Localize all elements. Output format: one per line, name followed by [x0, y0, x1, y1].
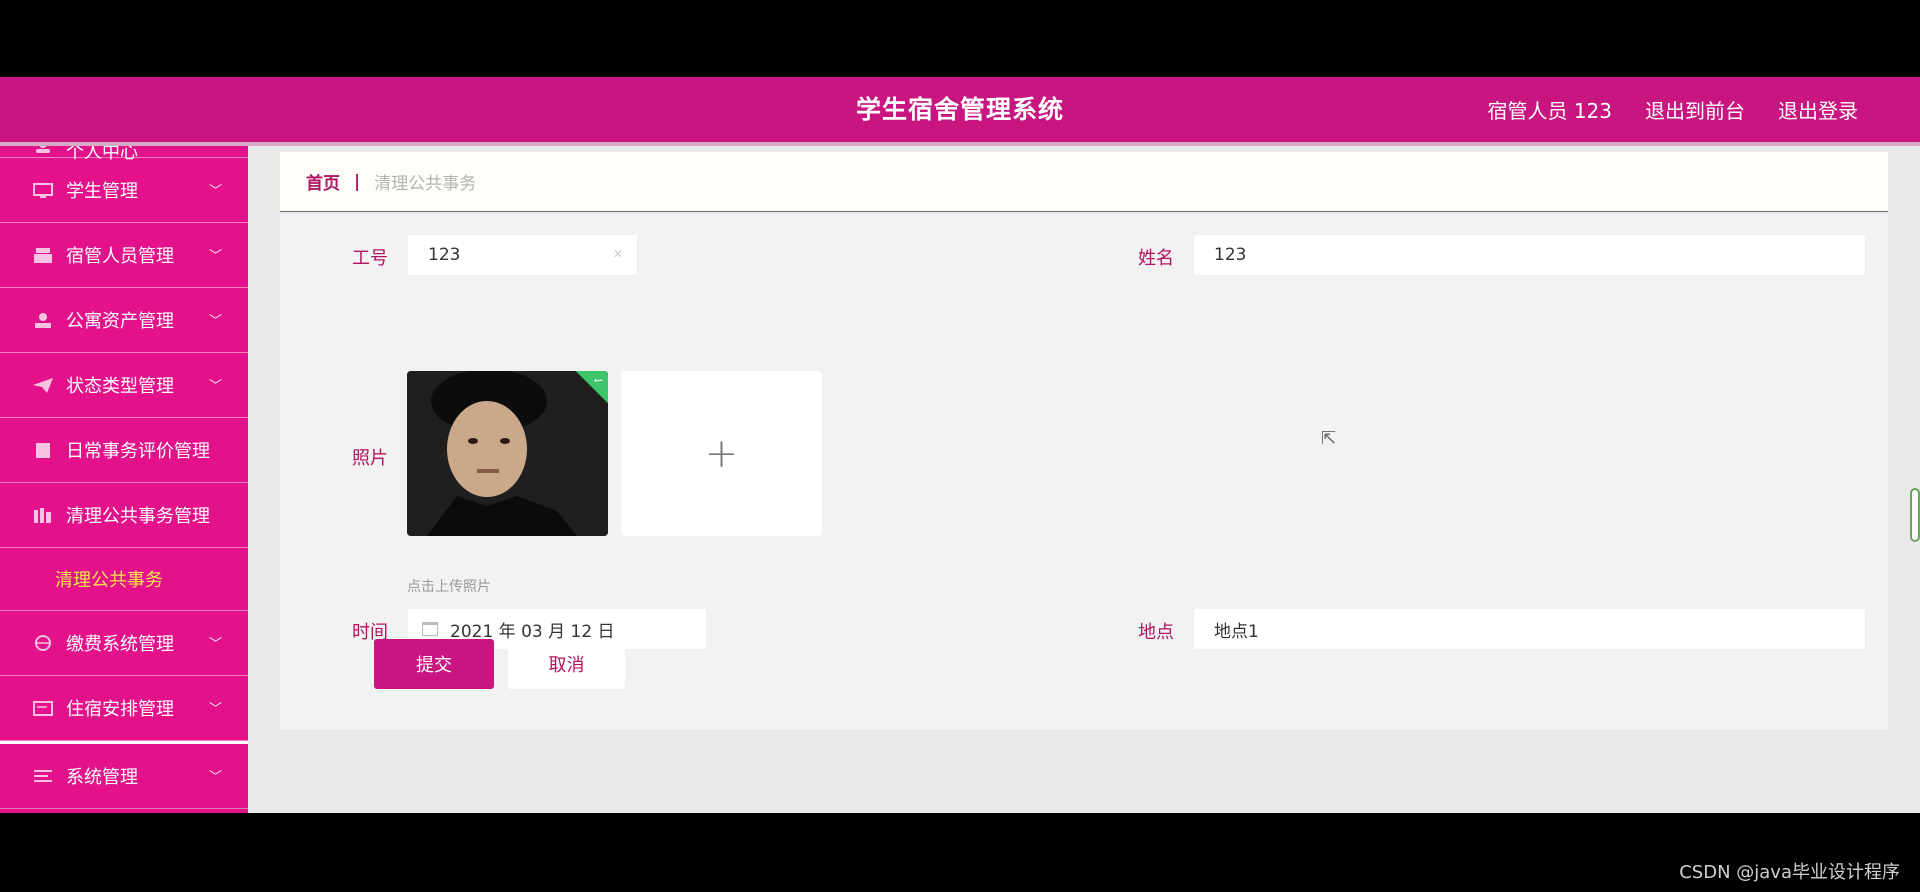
cancel-button[interactable]: 取消 — [508, 639, 625, 689]
current-user-label[interactable]: 宿管人员 123 — [1487, 95, 1612, 124]
chevron-down-icon: ﹀ — [208, 702, 222, 717]
location-label: 地点 — [1138, 622, 1174, 643]
employee-id-field[interactable]: 123 ✕ — [407, 234, 638, 276]
calendar-icon — [422, 622, 438, 636]
menu-icon — [32, 768, 54, 784]
board-icon — [32, 700, 54, 716]
chevron-down-icon: ﹀ — [208, 770, 222, 785]
chevron-down-icon: ﹀ — [208, 637, 222, 652]
staff-icon — [32, 247, 54, 263]
name-value: 123 — [1214, 245, 1247, 265]
sidebar-item-public-cleaning-management[interactable]: 清理公共事务管理 — [0, 483, 248, 548]
chart-icon — [32, 507, 54, 523]
sidebar-item-daily-affairs-evaluation[interactable]: 日常事务评价管理 — [0, 418, 248, 483]
chevron-down-icon: ﹀ — [209, 146, 222, 153]
sidebar-item-status-type-management[interactable]: 状态类型管理 ﹀ — [0, 353, 248, 418]
breadcrumb-home[interactable]: 首页 — [306, 169, 340, 194]
csdn-watermark: CSDN @java毕业设计程序 — [1679, 862, 1900, 883]
submenu-item-label[interactable]: 清理公共事务 — [55, 566, 163, 592]
main-content: 首页 | 清理公共事务 工号 123 ✕ 姓名 123 照片 ✓ + 点击上传照… — [248, 146, 1920, 813]
send-icon — [32, 377, 54, 393]
logout-link[interactable]: 退出登录 — [1778, 95, 1858, 124]
chevron-down-icon: ﹀ — [208, 379, 222, 394]
app-window: 学生宿舍管理系统 宿管人员 123 退出到前台 退出登录 个人中心 ﹀ 学生管理… — [0, 0, 1920, 892]
sidebar-item-system-management[interactable]: 系统管理 ﹀ — [0, 744, 248, 809]
sidebar-item-label: 缴费系统管理 — [66, 634, 174, 655]
scrollbar-thumb[interactable] — [1910, 488, 1920, 542]
sidebar-item-label: 日常事务评价管理 — [66, 441, 210, 462]
sidebar-item-label: 住宿安排管理 — [66, 699, 174, 720]
mouse-cursor-icon: ⇱ — [1321, 428, 1337, 449]
monitor-icon — [32, 182, 54, 198]
top-header: 学生宿舍管理系统 宿管人员 123 退出到前台 退出登录 — [0, 77, 1920, 142]
sidebar-item-apartment-assets-management[interactable]: 公寓资产管理 ﹀ — [0, 288, 248, 353]
doc-icon — [32, 442, 54, 458]
chevron-down-icon: ﹀ — [208, 249, 222, 264]
employee-id-value: 123 — [428, 245, 461, 265]
sidebar-item-label: 宿管人员管理 — [66, 246, 174, 267]
sidebar-item-label: 公寓资产管理 — [66, 311, 174, 332]
exit-to-front-link[interactable]: 退出到前台 — [1645, 95, 1745, 124]
sidebar-item-label: 系统管理 — [66, 767, 138, 788]
clear-icon[interactable]: ✕ — [613, 247, 623, 261]
sidebar-item-dorm-staff-management[interactable]: 宿管人员管理 ﹀ — [0, 223, 248, 288]
upload-hint-text: 点击上传照片 — [407, 579, 491, 595]
location-value: 地点1 — [1214, 621, 1259, 642]
globe-icon — [32, 635, 54, 651]
name-label: 姓名 — [1138, 248, 1174, 269]
sidebar-item-label: 状态类型管理 — [66, 376, 174, 397]
sidebar-item-label: 学生管理 — [66, 181, 138, 202]
chevron-down-icon: ﹀ — [208, 184, 222, 199]
time-value: 2021 年 03 月 12 日 — [450, 621, 615, 642]
sidebar-item-personal-center[interactable]: 个人中心 ﹀ — [0, 146, 248, 163]
chevron-down-icon: ﹀ — [208, 314, 222, 329]
sidebar-menu: 个人中心 ﹀ 学生管理 ﹀ 宿管人员管理 ﹀ 公寓资产管理 ﹀ — [0, 146, 248, 813]
person-icon — [32, 312, 54, 328]
plus-icon: + — [704, 430, 739, 477]
breadcrumb-current: 清理公共事务 — [374, 174, 477, 194]
submenu-public-cleaning[interactable]: 清理公共事务 — [0, 548, 248, 611]
sidebar-item-label: 清理公共事务管理 — [66, 506, 210, 527]
submit-button[interactable]: 提交 — [374, 639, 494, 689]
header-links: 宿管人员 123 退出到前台 退出登录 — [1487, 77, 1858, 142]
location-field[interactable]: 地点1 — [1193, 608, 1866, 650]
sidebar-item-payment-management[interactable]: 缴费系统管理 ﹀ — [0, 611, 248, 676]
employee-id-label: 工号 — [352, 248, 388, 269]
sidebar-item-student-management[interactable]: 学生管理 ﹀ — [0, 158, 248, 223]
upload-photo-button[interactable]: + — [621, 371, 822, 536]
name-field[interactable]: 123 — [1193, 234, 1866, 276]
photo-thumbnail-image — [407, 371, 608, 536]
breadcrumb: 首页 | 清理公共事务 — [280, 152, 1888, 212]
sidebar-item-accommodation-arrangement[interactable]: 住宿安排管理 ﹀ — [0, 676, 248, 741]
user-icon — [32, 146, 54, 154]
photo-label: 照片 — [352, 448, 388, 469]
breadcrumb-separator: | — [354, 171, 361, 192]
uploaded-photo[interactable]: ✓ — [407, 371, 608, 536]
